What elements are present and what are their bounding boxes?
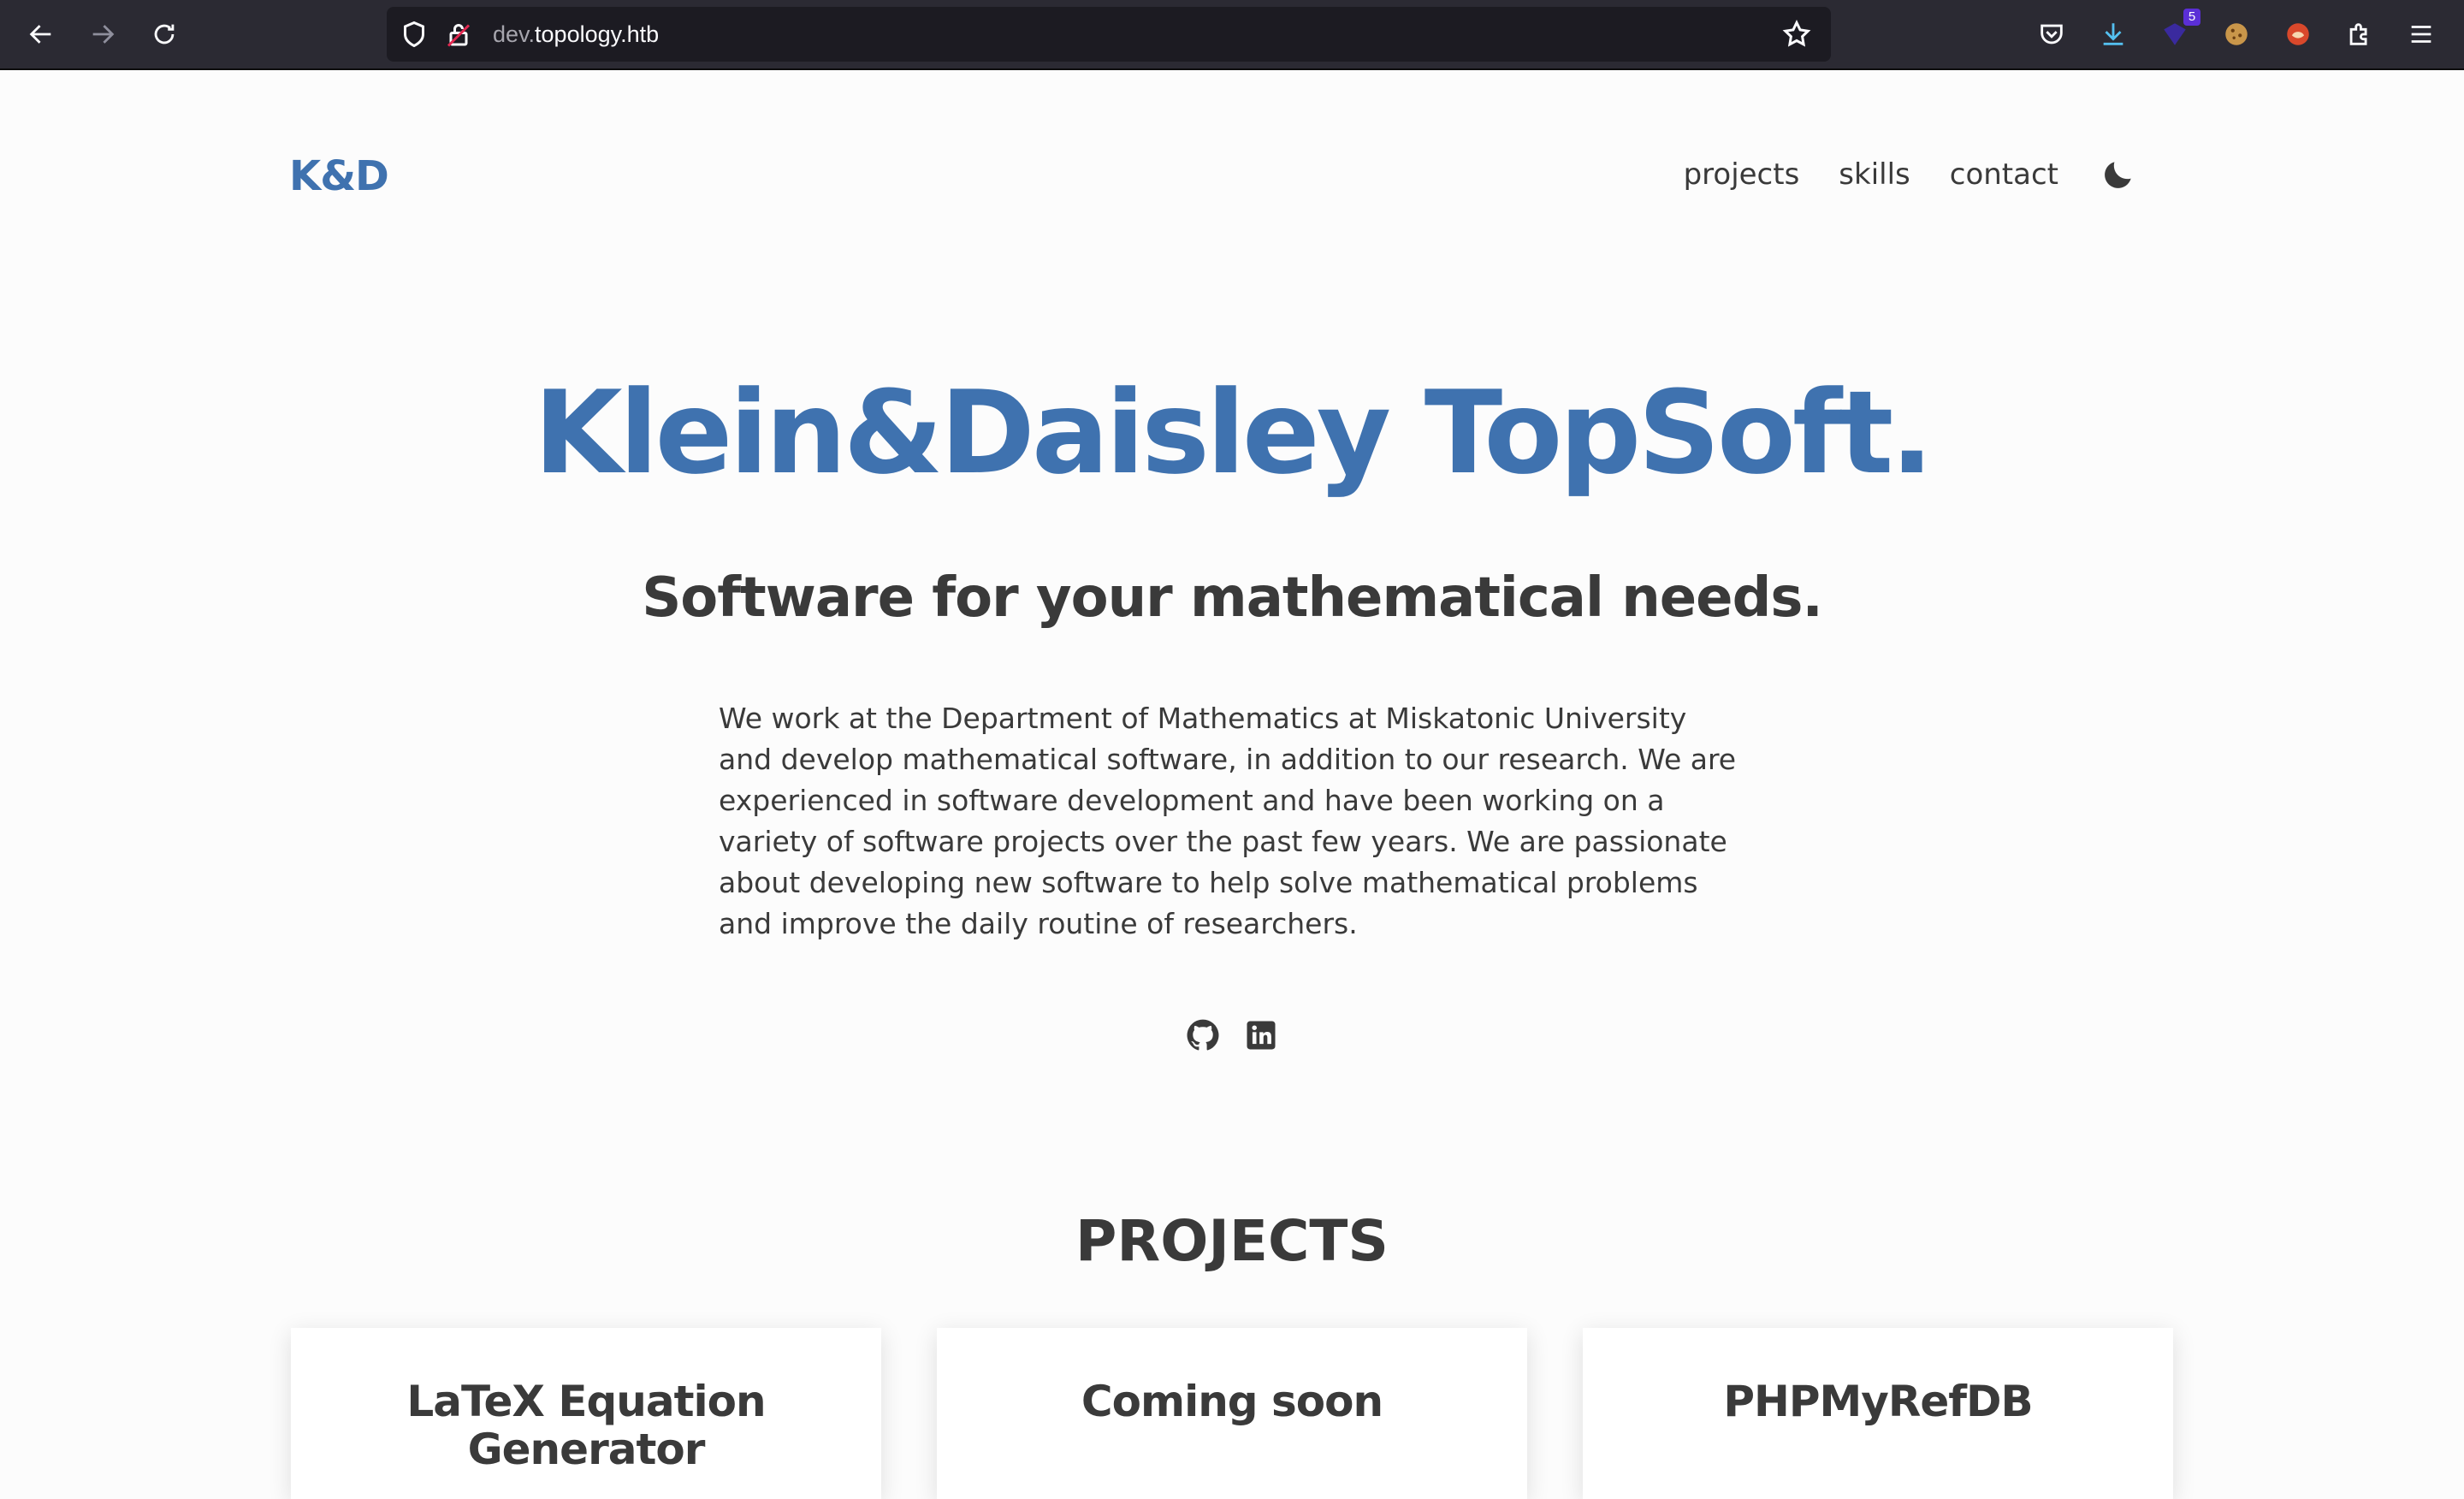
- extension-badge: 5: [2183, 9, 2200, 26]
- hero-title: Klein&Daisley TopSoft.: [533, 366, 1934, 500]
- pocket-button[interactable]: [2031, 14, 2072, 55]
- project-card[interactable]: LaTeX Equation Generator: [291, 1328, 881, 1499]
- puzzle-icon: [2349, 23, 2367, 45]
- github-icon[interactable]: [1184, 1016, 1222, 1054]
- hero-subtitle: Software for your mathematical needs.: [642, 566, 1823, 630]
- menu-button[interactable]: [2401, 14, 2442, 55]
- site-logo[interactable]: K&D: [289, 152, 389, 200]
- download-icon: [2103, 23, 2123, 45]
- insecure-lock-icon[interactable]: [443, 19, 474, 50]
- hero-description: We work at the Department of Mathematics…: [719, 702, 1737, 940]
- fox-icon: [2287, 23, 2309, 45]
- reload-button[interactable]: [144, 14, 185, 55]
- project-card[interactable]: PHPMyRefDB: [1583, 1328, 2173, 1499]
- back-button[interactable]: [21, 14, 62, 55]
- projects-heading: PROJECTS: [1075, 1208, 1389, 1274]
- pocket-icon: [2040, 24, 2063, 44]
- bookmark-star-icon[interactable]: [1781, 19, 1812, 50]
- shield-icon[interactable]: [399, 19, 429, 50]
- moon-icon: [2105, 162, 2131, 188]
- url-subdomain: dev.: [493, 21, 536, 47]
- reload-icon: [154, 24, 175, 44]
- nav-link-contact[interactable]: contact: [1950, 157, 2058, 192]
- foxyproxy-button[interactable]: [2277, 14, 2319, 55]
- url-domain: topology.htb: [535, 21, 660, 47]
- arrow-right-icon: [92, 25, 115, 44]
- extension-button[interactable]: 5: [2154, 9, 2200, 55]
- extensions-button[interactable]: [2339, 14, 2380, 55]
- social-links: [0, 1016, 2464, 1054]
- main-nav: projects skills contact: [1644, 156, 2137, 193]
- url-text[interactable]: dev.topology.htb: [493, 7, 659, 62]
- hamburger-menu-icon: [2411, 26, 2431, 43]
- linkedin-icon[interactable]: [1242, 1016, 1280, 1054]
- arrow-left-icon: [29, 25, 51, 44]
- cookie-icon: [2225, 23, 2248, 45]
- project-card-title: LaTeX Equation Generator: [406, 1377, 766, 1474]
- nav-link-projects[interactable]: projects: [1684, 157, 1800, 192]
- nav-link-skills[interactable]: skills: [1839, 157, 1910, 192]
- dark-mode-toggle[interactable]: [2100, 156, 2137, 193]
- browser-toolbar: dev.topology.htb 5: [0, 0, 2464, 70]
- cookie-extension-button[interactable]: [2216, 14, 2257, 55]
- project-card-title: PHPMyRefDB: [1723, 1377, 2033, 1426]
- downloads-button[interactable]: [2093, 14, 2134, 55]
- forward-button[interactable]: [82, 14, 123, 55]
- address-bar[interactable]: dev.topology.htb: [387, 7, 1831, 62]
- project-card[interactable]: Coming soon: [937, 1328, 1527, 1499]
- project-card-title: Coming soon: [1081, 1377, 1383, 1426]
